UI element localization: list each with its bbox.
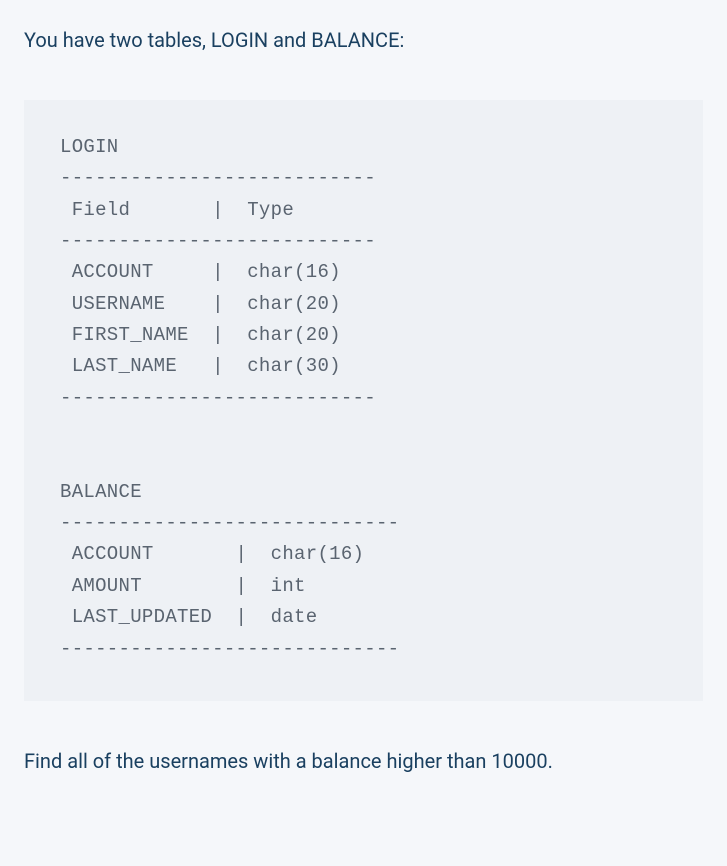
question-paragraph: Find all of the usernames with a balance… [24, 749, 703, 773]
code-block-container: LOGIN --------------------------- Field … [24, 100, 703, 701]
code-content: LOGIN --------------------------- Field … [60, 132, 667, 665]
intro-paragraph: You have two tables, LOGIN and BALANCE: [24, 28, 703, 52]
